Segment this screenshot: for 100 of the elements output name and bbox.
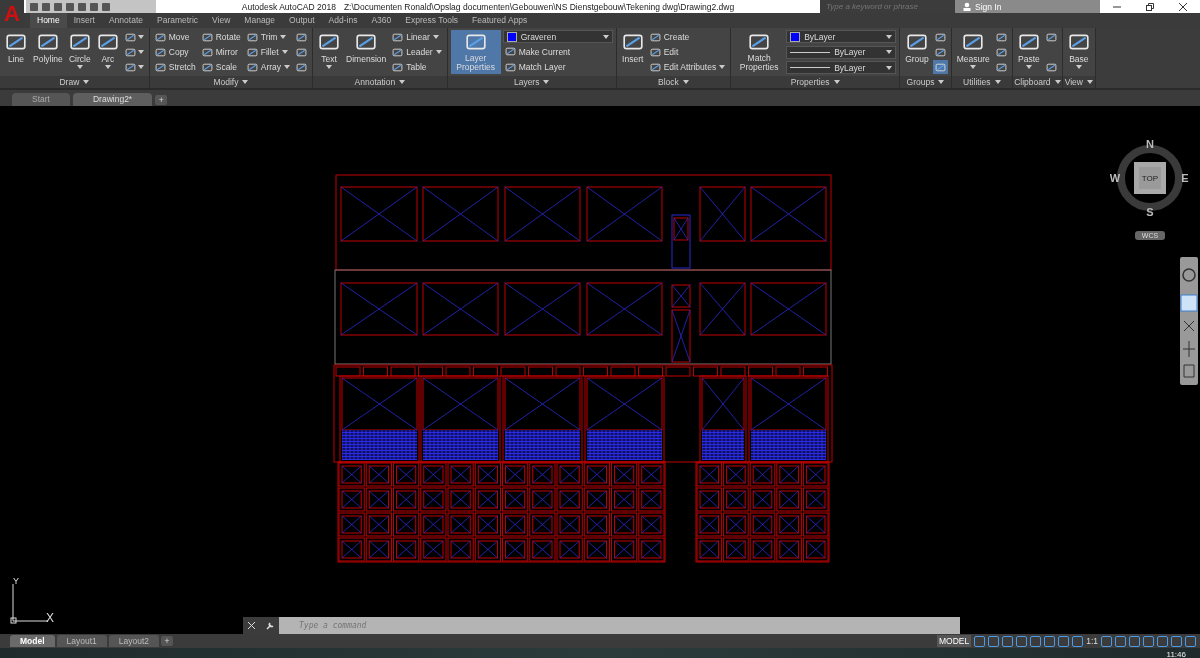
- ribbon-button[interactable]: Text: [316, 30, 343, 70]
- ribbon-tab[interactable]: Featured Apps: [465, 13, 535, 28]
- compass-label[interactable]: E: [1181, 172, 1189, 184]
- panel-title[interactable]: Utilities: [951, 76, 1012, 88]
- caret-icon[interactable]: [682, 80, 689, 84]
- close-icon[interactable]: [1179, 2, 1188, 11]
- ribbon-button[interactable]: Paste: [1015, 30, 1042, 70]
- caret-icon[interactable]: [886, 65, 893, 70]
- status-toggle-icon[interactable]: [988, 635, 1000, 647]
- ribbon-button[interactable]: Layer Properties: [450, 30, 501, 74]
- status-toggle-icon[interactable]: [1044, 635, 1056, 647]
- caret-icon[interactable]: [284, 65, 291, 69]
- caret-icon[interactable]: [242, 80, 249, 84]
- status-toggle-icon[interactable]: [1016, 635, 1028, 647]
- panel-title[interactable]: Modify: [149, 76, 313, 88]
- ribbon-tab[interactable]: Annotate: [101, 13, 150, 28]
- layer-dropdown[interactable]: Graveren: [502, 30, 613, 43]
- status-toggle-icon[interactable]: [1101, 635, 1112, 647]
- status-toggle-icon[interactable]: [1129, 635, 1140, 647]
- status-toggle-icon[interactable]: [1157, 635, 1168, 647]
- caret-icon[interactable]: [83, 80, 90, 84]
- caret-icon[interactable]: [281, 50, 288, 54]
- ribbon-tab[interactable]: Parametric: [150, 13, 206, 28]
- panel-title[interactable]: Block: [616, 76, 731, 88]
- caret-icon[interactable]: [137, 65, 144, 69]
- color-dropdown[interactable]: ByLayer: [786, 30, 897, 43]
- ribbon-button[interactable]: Measure: [954, 30, 992, 70]
- ribbon-button[interactable]: Line: [3, 30, 29, 65]
- model-space-button[interactable]: MODEL: [936, 635, 972, 647]
- ribbon-button[interactable]: Group: [903, 30, 931, 65]
- ribbon-tab[interactable]: Manage: [237, 13, 283, 28]
- ribbon-button[interactable]: Linear: [390, 30, 444, 44]
- line-dropdown[interactable]: ByLayer: [786, 45, 897, 59]
- panel-title[interactable]: Layers: [447, 76, 616, 88]
- ribbon-button[interactable]: Match Layer: [502, 60, 613, 74]
- status-toggle-icon[interactable]: [1185, 635, 1196, 647]
- ribbon-tab[interactable]: A360: [364, 13, 399, 28]
- navigation-bar[interactable]: [1180, 257, 1198, 385]
- ribbon-tab[interactable]: Express Tools: [398, 13, 466, 28]
- ribbon-button[interactable]: Edit: [647, 45, 728, 59]
- panel-title[interactable]: Groups: [900, 76, 951, 88]
- caret-icon[interactable]: [602, 34, 609, 39]
- ribbon-tab[interactable]: Insert: [66, 13, 102, 28]
- panel-title[interactable]: View: [1062, 76, 1095, 88]
- panel-title[interactable]: Draw: [0, 76, 149, 88]
- caret-icon[interactable]: [1025, 65, 1032, 69]
- restore-icon[interactable]: [1146, 2, 1154, 11]
- ribbon-button[interactable]: Insert: [619, 30, 646, 65]
- caret-icon[interactable]: [137, 50, 144, 54]
- status-toggle-icon[interactable]: [1171, 635, 1182, 647]
- caret-icon[interactable]: [886, 50, 893, 54]
- panel-title[interactable]: Properties: [731, 76, 900, 88]
- compass-label[interactable]: N: [1146, 138, 1154, 150]
- status-toggle-icon[interactable]: [974, 635, 986, 647]
- layout-tab[interactable]: Layout1: [56, 635, 107, 647]
- status-toggle-icon[interactable]: [1072, 635, 1084, 647]
- ribbon-tab[interactable]: View: [205, 13, 238, 28]
- new-layout-button[interactable]: +: [161, 635, 174, 646]
- ribbon-button[interactable]: Array: [244, 60, 293, 74]
- ribbon-button[interactable]: Rotate: [199, 30, 243, 44]
- layout-tab[interactable]: Layout2: [108, 635, 160, 647]
- caret-icon[interactable]: [280, 35, 287, 39]
- caret-icon[interactable]: [543, 80, 550, 84]
- caret-icon[interactable]: [1075, 65, 1082, 69]
- ribbon-button[interactable]: Make Current: [502, 44, 613, 59]
- ribbon-button[interactable]: Create: [647, 30, 728, 44]
- compass-label[interactable]: S: [1146, 206, 1154, 216]
- status-toggle-icon[interactable]: [1058, 635, 1070, 647]
- ribbon-button[interactable]: Polyline: [31, 30, 65, 65]
- caret-icon[interactable]: [137, 35, 144, 39]
- caret-icon[interactable]: [432, 35, 439, 39]
- line-dropdown[interactable]: ByLayer: [786, 61, 897, 74]
- ribbon-button[interactable]: Mirror: [199, 45, 243, 59]
- ribbon-button[interactable]: Trim: [244, 30, 293, 44]
- panel-title[interactable]: Annotation: [313, 76, 447, 88]
- caret-icon[interactable]: [833, 80, 840, 84]
- caret-icon[interactable]: [719, 65, 726, 69]
- caret-icon[interactable]: [326, 65, 333, 69]
- caret-icon[interactable]: [1087, 80, 1093, 84]
- caret-icon[interactable]: [104, 65, 111, 69]
- status-toggle-icon[interactable]: [1115, 635, 1126, 647]
- ribbon-button[interactable]: Stretch: [152, 60, 198, 74]
- caret-icon[interactable]: [994, 80, 1001, 84]
- ribbon-tab[interactable]: Output: [282, 13, 322, 28]
- compass-label[interactable]: W: [1110, 172, 1121, 184]
- annotation-scale-button[interactable]: 1:1: [1086, 636, 1098, 646]
- ribbon-button[interactable]: Scale: [199, 60, 243, 74]
- caret-icon[interactable]: [938, 80, 945, 84]
- ribbon-button[interactable]: Dimension: [344, 30, 389, 65]
- wrench-icon[interactable]: [265, 621, 274, 630]
- ribbon-button[interactable]: Fillet: [244, 45, 293, 59]
- ribbon-tab[interactable]: Add-ins: [321, 13, 365, 28]
- ribbon-button[interactable]: Match Properties: [734, 30, 785, 74]
- new-tab-button[interactable]: +: [155, 95, 168, 105]
- file-tab[interactable]: Drawing2*: [72, 93, 153, 106]
- status-toggle-icon[interactable]: [1030, 635, 1042, 647]
- panel-title[interactable]: Clipboard: [1012, 76, 1062, 88]
- ribbon-icon-button[interactable]: [932, 60, 948, 74]
- caret-icon[interactable]: [1054, 80, 1061, 84]
- caret-icon[interactable]: [886, 34, 893, 39]
